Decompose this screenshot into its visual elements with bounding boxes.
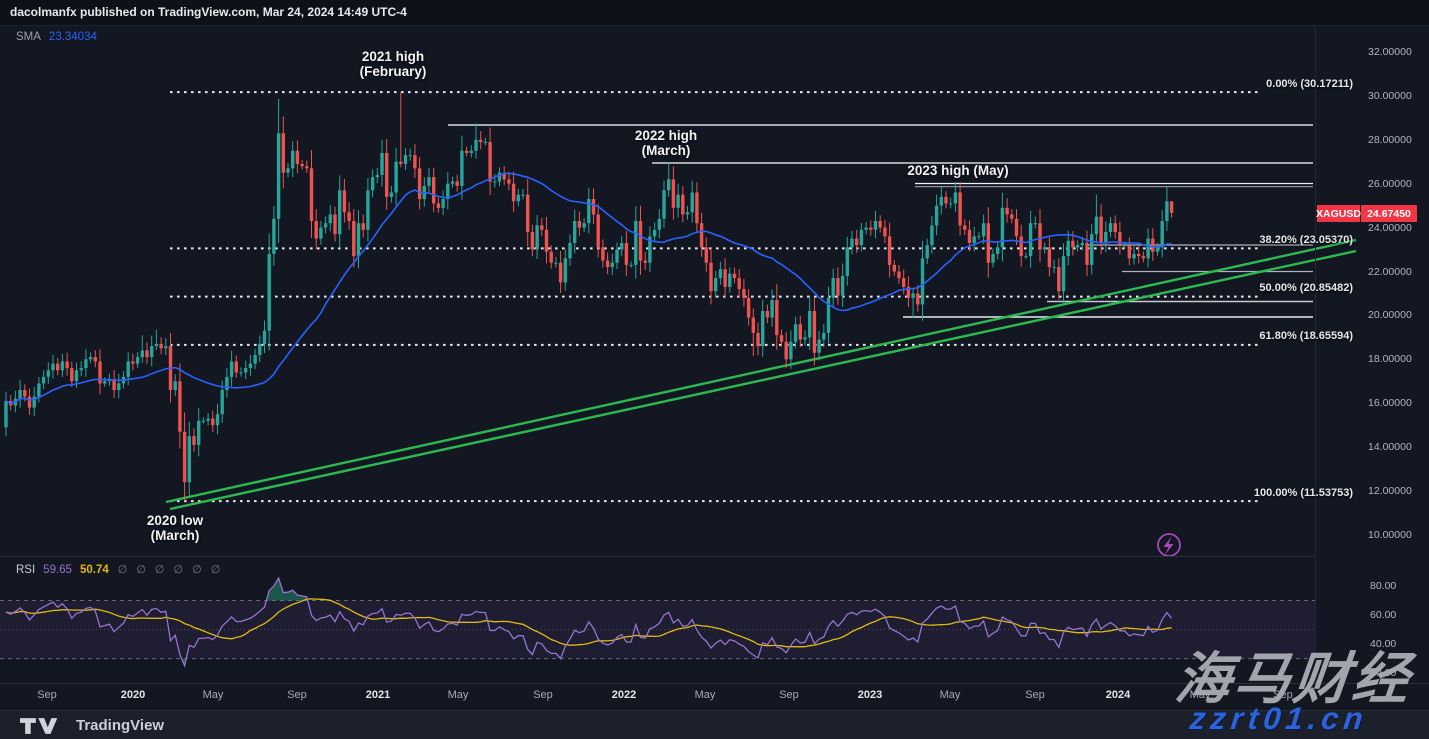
time-tick-1-2020: 2020 xyxy=(121,689,145,701)
rsi-legend-label: RSI xyxy=(16,564,35,576)
price-axis-divider xyxy=(1315,26,1316,683)
fib-label-0: 0.00% (30.17211) xyxy=(1175,78,1353,90)
rsi-null-value: ∅ xyxy=(192,564,202,576)
rsi-legend-value: 59.65 xyxy=(43,564,72,576)
price-tick-30.00000: 30.00000 xyxy=(1368,90,1412,102)
time-tick-13-2024: 2024 xyxy=(1106,689,1130,701)
price-tick-14.00000: 14.00000 xyxy=(1368,441,1412,453)
price-tick-12.00000: 12.00000 xyxy=(1368,485,1412,497)
time-tick-11-May: May xyxy=(940,689,961,701)
rsi-legend[interactable]: RSI 59.65 50.74 ∅ ∅ ∅ ∅ ∅ ∅ xyxy=(16,563,220,576)
watermark-url: zzrt01.cn xyxy=(1188,701,1369,737)
rsi-null-value: ∅ xyxy=(136,564,146,576)
time-tick-2-May: May xyxy=(203,689,224,701)
rsi-null-value: ∅ xyxy=(155,564,165,576)
annotation-2023-high: 2023 high (May) xyxy=(907,164,1008,179)
rsi-ma-legend-value: 50.74 xyxy=(80,564,109,576)
price-tick-22.00000: 22.00000 xyxy=(1368,266,1412,278)
sma-legend-label: SMA xyxy=(16,31,41,43)
price-tick-28.00000: 28.00000 xyxy=(1368,134,1412,146)
price-tick-24.00000: 24.00000 xyxy=(1368,222,1412,234)
price-tick-18.00000: 18.00000 xyxy=(1368,353,1412,365)
fib-label-50: 50.00% (20.85482) xyxy=(1175,282,1353,294)
fib-label-61.8: 61.80% (18.65594) xyxy=(1175,330,1353,342)
time-tick-10-2023: 2023 xyxy=(858,689,882,701)
time-tick-0-Sep: Sep xyxy=(37,689,57,701)
time-tick-5-May: May xyxy=(448,689,469,701)
price-tick-20.00000: 20.00000 xyxy=(1368,309,1412,321)
rsi-tick-80.00: 80.00 xyxy=(1370,580,1396,592)
price-tick-16.00000: 16.00000 xyxy=(1368,397,1412,409)
time-tick-12-Sep: Sep xyxy=(1025,689,1045,701)
tradingview-logo-icon[interactable] xyxy=(20,718,66,734)
time-tick-7-2022: 2022 xyxy=(612,689,636,701)
fib-label-38.2: 38.20% (23.05370) xyxy=(1175,234,1353,246)
annotation-2020-low: 2020 low (March) xyxy=(147,514,203,543)
rsi-null-value: ∅ xyxy=(118,564,128,576)
sma-legend[interactable]: SMA 23.34034 xyxy=(16,31,97,43)
time-tick-8-May: May xyxy=(695,689,716,701)
annotation-2021-high: 2021 high (February) xyxy=(360,50,427,79)
symbol-badge: XAGUSD xyxy=(1317,205,1360,222)
tradingview-brand-text[interactable]: TradingView xyxy=(76,717,164,734)
annotation-2022-high: 2022 high (March) xyxy=(635,129,697,158)
attribution-bar: dacolmanfx published on TradingView.com,… xyxy=(0,0,1429,26)
time-tick-4-2021: 2021 xyxy=(366,689,390,701)
trendline-0[interactable] xyxy=(166,240,1356,502)
tradingview-snapshot: dacolmanfx published on TradingView.com,… xyxy=(0,0,1429,739)
rsi-empty-slots: ∅ ∅ ∅ ∅ ∅ ∅ xyxy=(109,564,221,576)
pane-divider[interactable] xyxy=(0,556,1315,557)
sma-legend-value: 23.34034 xyxy=(49,31,97,43)
last-price-badge: 24.67450 xyxy=(1361,205,1417,222)
time-tick-6-Sep: Sep xyxy=(533,689,553,701)
flash-icon[interactable] xyxy=(1158,534,1180,556)
time-tick-9-Sep: Sep xyxy=(779,689,799,701)
fib-label-100: 100.00% (11.53753) xyxy=(1175,487,1353,499)
rsi-null-value: ∅ xyxy=(211,564,221,576)
time-tick-3-Sep: Sep xyxy=(287,689,307,701)
price-chart-canvas[interactable] xyxy=(0,0,1429,739)
price-tick-10.00000: 10.00000 xyxy=(1368,529,1412,541)
rsi-null-value: ∅ xyxy=(174,564,184,576)
price-tick-32.00000: 32.00000 xyxy=(1368,46,1412,58)
attribution-text: dacolmanfx published on TradingView.com,… xyxy=(10,5,407,19)
price-tick-26.00000: 26.00000 xyxy=(1368,178,1412,190)
rsi-tick-60.00: 60.00 xyxy=(1370,609,1396,621)
